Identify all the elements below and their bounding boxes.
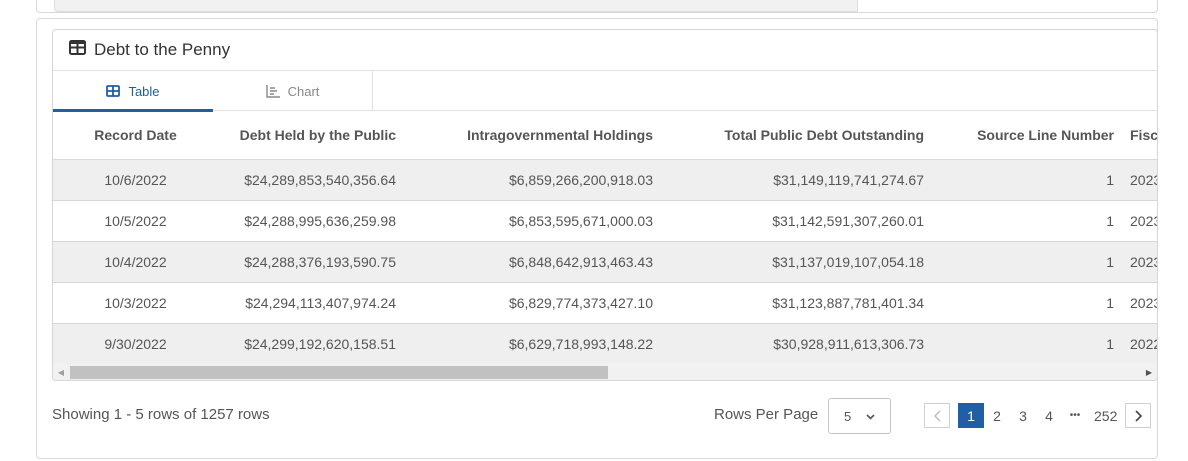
table-cell: 1: [938, 323, 1128, 365]
table-row: 10/5/2022 $24,288,995,636,259.98 $6,853,…: [53, 200, 1157, 242]
horizontal-scrollbar[interactable]: ◀ ▶: [53, 363, 1157, 380]
table-cell: 2022: [1128, 323, 1157, 365]
rows-per-page-value: 5: [844, 408, 852, 424]
previous-card: [36, 0, 1158, 13]
table-cell: 1: [938, 200, 1128, 242]
pagination: 1 2 3 4 ••• 252: [924, 403, 1152, 428]
table-cell: $31,137,019,107,054.18: [667, 241, 938, 283]
previous-page-button[interactable]: [924, 403, 950, 428]
table-cell: 2023: [1128, 241, 1157, 283]
table-cell: 10/4/2022: [53, 241, 218, 283]
table-row: 10/6/2022 $24,289,853,540,356.64 $6,859,…: [53, 159, 1157, 201]
column-header[interactable]: Intragovernmental Holdings: [410, 111, 667, 160]
tab-chart[interactable]: Chart: [213, 71, 373, 111]
data-table: Record Date Debt Held by the Public Intr…: [53, 111, 1157, 365]
table-cell: $24,289,853,540,356.64: [218, 159, 410, 201]
table-cell: 2023: [1128, 159, 1157, 201]
panel-header: Debt to the Penny: [53, 30, 1157, 71]
scroll-left-icon[interactable]: ◀: [55, 367, 67, 379]
table-header-row: Record Date Debt Held by the Public Intr…: [53, 111, 1157, 160]
chart-icon: [265, 84, 280, 98]
table-cell: 1: [938, 241, 1128, 283]
next-page-button[interactable]: [1125, 403, 1152, 428]
table-cell: 10/3/2022: [53, 282, 218, 324]
page-button-1[interactable]: 1: [958, 403, 984, 428]
panel-title: Debt to the Penny: [94, 40, 231, 59]
view-tabs: Table Chart: [53, 71, 1157, 112]
table-icon: [106, 85, 121, 97]
column-header[interactable]: Record Date: [53, 111, 218, 160]
table-cell: $24,288,995,636,259.98: [218, 200, 410, 242]
data-table-container[interactable]: Record Date Debt Held by the Public Intr…: [53, 111, 1157, 380]
page-button-4[interactable]: 4: [1036, 403, 1062, 428]
table-cell: $31,149,119,741,274.67: [667, 159, 938, 201]
table-cell: 10/6/2022: [53, 159, 218, 201]
table-cell: $30,928,911,613,306.73: [667, 323, 938, 365]
scrollbar-thumb[interactable]: [70, 366, 608, 379]
chevron-right-icon: [1135, 409, 1142, 422]
table-cell: $24,294,113,407,974.24: [218, 282, 410, 324]
previous-card-content: [54, 0, 858, 12]
table-cell: $6,829,774,373,427.10: [410, 282, 667, 324]
rows-count-text: Showing 1 - 5 rows of 1257 rows: [52, 406, 270, 423]
table-cell: 1: [938, 282, 1128, 324]
tab-chart-label: Chart: [287, 83, 320, 99]
page-button-2[interactable]: 2: [984, 403, 1010, 428]
column-header[interactable]: Debt Held by the Public: [218, 111, 410, 160]
table-icon: [69, 40, 86, 60]
column-header[interactable]: Fisc: [1128, 111, 1157, 160]
tab-table-label: Table: [128, 83, 160, 99]
rows-per-page-select[interactable]: 5: [828, 398, 891, 434]
table-cell: 2023: [1128, 200, 1157, 242]
table-cell: $24,299,192,620,158.51: [218, 323, 410, 365]
table-cell: $24,288,376,193,590.75: [218, 241, 410, 283]
column-header[interactable]: Total Public Debt Outstanding: [667, 111, 938, 160]
table-cell: 1: [938, 159, 1128, 201]
chevron-down-icon: [865, 410, 876, 425]
table-cell: $6,853,595,671,000.03: [410, 200, 667, 242]
data-preview-panel: Debt to the Penny Table Chart Record Dat…: [52, 29, 1158, 381]
tab-table[interactable]: Table: [53, 71, 213, 112]
rows-per-page-label: Rows Per Page: [714, 406, 819, 423]
chevron-left-icon: [933, 409, 941, 422]
table-cell: 2023: [1128, 282, 1157, 324]
table-cell: $6,859,266,200,918.03: [410, 159, 667, 201]
table-row: 10/4/2022 $24,288,376,193,590.75 $6,848,…: [53, 241, 1157, 283]
column-header[interactable]: Source Line Number: [938, 111, 1128, 160]
table-cell: 10/5/2022: [53, 200, 218, 242]
table-cell: $6,848,642,913,463.43: [410, 241, 667, 283]
table-cell: $31,123,887,781,401.34: [667, 282, 938, 324]
table-row: 9/30/2022 $24,299,192,620,158.51 $6,629,…: [53, 323, 1157, 365]
scroll-right-icon[interactable]: ▶: [1143, 367, 1155, 379]
page-button-last[interactable]: 252: [1088, 403, 1123, 428]
page-button-3[interactable]: 3: [1010, 403, 1036, 428]
table-cell: $31,142,591,307,260.01: [667, 200, 938, 242]
table-row: 10/3/2022 $24,294,113,407,974.24 $6,829,…: [53, 282, 1157, 324]
pagination-ellipsis: •••: [1069, 410, 1081, 421]
table-cell: 9/30/2022: [53, 323, 218, 365]
table-cell: $6,629,718,993,148.22: [410, 323, 667, 365]
